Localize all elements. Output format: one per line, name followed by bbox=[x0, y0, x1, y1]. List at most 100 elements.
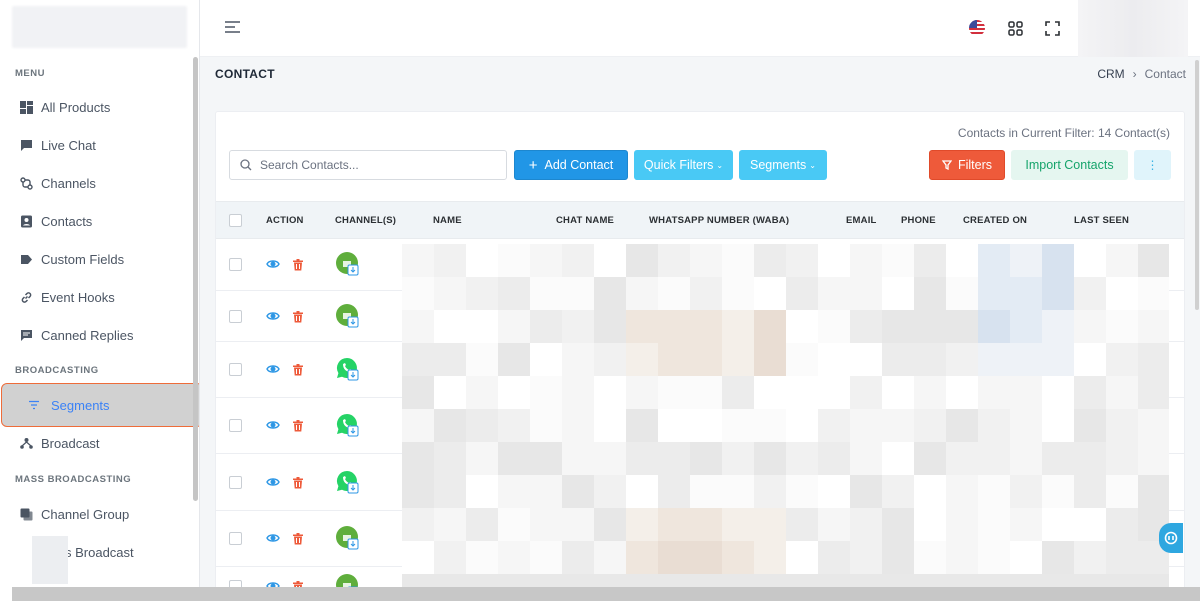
view-eye-icon[interactable] bbox=[266, 418, 280, 432]
delete-trash-icon[interactable] bbox=[292, 310, 304, 323]
contacts-icon bbox=[18, 213, 34, 229]
whatsapp-business-icon[interactable] bbox=[335, 526, 361, 552]
segments-button[interactable]: Segments ⌄ bbox=[739, 150, 827, 180]
view-eye-icon[interactable] bbox=[266, 475, 280, 489]
sidebar-item-segments[interactable]: Segments bbox=[1, 383, 199, 427]
redaction-pixel bbox=[690, 475, 722, 508]
view-eye-icon[interactable] bbox=[266, 257, 280, 271]
redaction-pixel bbox=[690, 409, 722, 442]
sidebar-item-broadcast[interactable]: Broadcast bbox=[0, 425, 199, 461]
redaction-pixel bbox=[626, 409, 658, 442]
view-eye-icon[interactable] bbox=[266, 309, 280, 323]
delete-trash-icon[interactable] bbox=[292, 419, 304, 432]
help-chat-button[interactable] bbox=[1159, 523, 1183, 553]
delete-trash-icon[interactable] bbox=[292, 532, 304, 545]
redaction-pixel bbox=[818, 244, 850, 277]
redaction-pixel bbox=[562, 508, 594, 541]
import-contacts-button[interactable]: Import Contacts bbox=[1011, 150, 1128, 180]
column-whatsapp-number[interactable]: WHATSAPP NUMBER (WABA) bbox=[649, 215, 789, 226]
sidebar-item-channels[interactable]: Channels bbox=[0, 165, 199, 201]
brand-logo[interactable] bbox=[12, 6, 187, 48]
us-flag-icon[interactable] bbox=[967, 18, 987, 38]
redaction-pixel bbox=[882, 475, 914, 508]
redaction-pixel bbox=[1138, 409, 1169, 442]
sidebar-item-canned-replies[interactable]: Canned Replies bbox=[0, 317, 199, 353]
sidebar-item-live-chat[interactable]: Live Chat bbox=[0, 127, 199, 163]
view-eye-icon[interactable] bbox=[266, 362, 280, 376]
redaction-pixel bbox=[786, 442, 818, 475]
more-options-button[interactable]: ⋮ bbox=[1134, 150, 1171, 180]
sidebar-item-label: Event Hooks bbox=[41, 289, 115, 305]
redaction-pixel bbox=[466, 475, 498, 508]
sidebar-item-custom-fields[interactable]: Custom Fields bbox=[0, 241, 199, 277]
search-input[interactable] bbox=[260, 158, 490, 172]
redaction-pixel bbox=[1106, 343, 1138, 376]
redaction-pixel bbox=[946, 409, 978, 442]
whatsapp-icon[interactable] bbox=[335, 357, 361, 383]
redaction-pixel bbox=[946, 442, 978, 475]
column-created-on[interactable]: CREATED ON bbox=[963, 215, 1027, 226]
redaction-pixel bbox=[690, 310, 722, 343]
redaction-pixel bbox=[562, 409, 594, 442]
select-all-checkbox[interactable] bbox=[229, 214, 242, 227]
redaction-pixel bbox=[1074, 376, 1106, 409]
redaction-pixel bbox=[786, 376, 818, 409]
redaction-pixel bbox=[690, 277, 722, 310]
row-checkbox[interactable] bbox=[229, 419, 242, 432]
column-channels: CHANNEL(S) bbox=[335, 215, 397, 226]
redaction-pixel bbox=[850, 442, 882, 475]
column-name[interactable]: NAME bbox=[433, 215, 462, 226]
whatsapp-business-icon[interactable] bbox=[335, 252, 361, 278]
column-chat-name[interactable]: CHAT NAME bbox=[556, 215, 614, 226]
redaction-pixel bbox=[786, 343, 818, 376]
column-email[interactable]: EMAIL bbox=[846, 215, 877, 226]
quick-filters-button[interactable]: Quick Filters ⌄ bbox=[634, 150, 733, 180]
row-checkbox[interactable] bbox=[229, 310, 242, 323]
sidebar-item-event-hooks[interactable]: Event Hooks bbox=[0, 279, 199, 315]
whatsapp-icon[interactable] bbox=[335, 470, 361, 496]
redaction-pixel bbox=[978, 244, 1010, 277]
sidebar-item-channel-group[interactable]: Channel Group bbox=[0, 496, 199, 532]
page-scrollbar[interactable] bbox=[1195, 60, 1199, 310]
redaction-pixel bbox=[402, 541, 434, 574]
apps-grid-icon[interactable] bbox=[1005, 18, 1025, 38]
delete-trash-icon[interactable] bbox=[292, 363, 304, 376]
redaction-pixel bbox=[818, 442, 850, 475]
column-last-seen[interactable]: LAST SEEN bbox=[1074, 215, 1129, 226]
sidebar-item-mass-broadcast[interactable]: s Broadcast bbox=[0, 534, 199, 570]
menu-icon[interactable] bbox=[224, 20, 242, 36]
topbar bbox=[200, 0, 1200, 57]
row-checkbox[interactable] bbox=[229, 258, 242, 271]
redaction-pixel bbox=[850, 277, 882, 310]
row-checkbox[interactable] bbox=[229, 363, 242, 376]
redaction-pixel bbox=[690, 442, 722, 475]
add-contact-button[interactable]: + Add Contact bbox=[514, 150, 628, 180]
delete-trash-icon[interactable] bbox=[292, 476, 304, 489]
search-box[interactable] bbox=[229, 150, 507, 180]
redaction-pixel bbox=[434, 277, 466, 310]
row-checkbox[interactable] bbox=[229, 532, 242, 545]
view-eye-icon[interactable] bbox=[266, 531, 280, 545]
redaction-pixel bbox=[914, 409, 946, 442]
column-phone[interactable]: PHONE bbox=[901, 215, 936, 226]
redaction-pixel bbox=[1106, 376, 1138, 409]
user-profile[interactable] bbox=[1078, 0, 1188, 57]
redaction-pixel bbox=[946, 343, 978, 376]
whatsapp-icon[interactable] bbox=[335, 413, 361, 439]
sidebar-item-all-products[interactable]: All Products bbox=[0, 89, 199, 125]
redaction-pixel bbox=[754, 541, 786, 574]
whatsapp-business-icon[interactable] bbox=[335, 304, 361, 330]
fullscreen-icon[interactable] bbox=[1042, 18, 1062, 38]
row-checkbox[interactable] bbox=[229, 476, 242, 489]
breadcrumb-crm[interactable]: CRM bbox=[1097, 67, 1124, 81]
delete-trash-icon[interactable] bbox=[292, 258, 304, 271]
redaction-pixel bbox=[1074, 541, 1106, 574]
redaction-pixel bbox=[498, 541, 530, 574]
redaction-pixel bbox=[946, 376, 978, 409]
filters-button[interactable]: Filters bbox=[929, 150, 1005, 180]
sidebar-item-contacts[interactable]: Contacts bbox=[0, 203, 199, 239]
sidebar-scrollbar[interactable] bbox=[193, 57, 198, 501]
horizontal-scrollbar[interactable] bbox=[12, 587, 1200, 601]
redaction-pixel bbox=[946, 244, 978, 277]
channels-icon bbox=[18, 175, 34, 191]
